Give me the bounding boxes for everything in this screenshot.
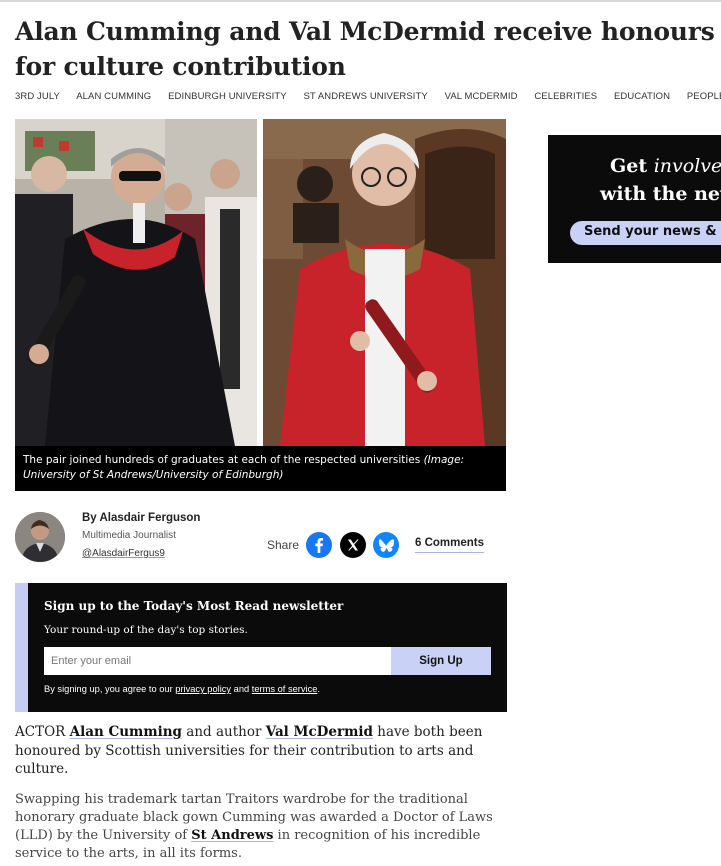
author-name[interactable]: By Alasdair Ferguson (82, 512, 200, 524)
author-twitter-handle[interactable]: @AlasdairFergus9 (82, 548, 165, 559)
newsletter-accent-bar (15, 583, 28, 712)
privacy-policy-link[interactable]: privacy policy (175, 684, 231, 694)
bluesky-icon[interactable] (373, 532, 399, 558)
newsletter-description: Your round-up of the day's top stories. (44, 624, 248, 636)
alan-cumming-link[interactable]: Alan Cumming (70, 724, 182, 740)
tag-val-mcdermid[interactable]: VAL MCDERMID (445, 91, 518, 102)
promo-line-2: with the new (600, 183, 721, 205)
facebook-icon[interactable] (306, 532, 332, 558)
caption-text: The pair joined hundreds of graduates at… (23, 454, 421, 466)
article-paragraph: Swapping his trademark tartan Traitors w… (15, 792, 493, 861)
x-icon[interactable] (340, 532, 366, 558)
st-andrews-link[interactable]: St Andrews (191, 828, 273, 843)
author-avatar[interactable] (15, 512, 65, 562)
promo-banner[interactable]: Get involve with the new Send your news … (548, 135, 721, 263)
image-caption: The pair joined hundreds of graduates at… (15, 446, 506, 491)
newsletter-signup: Sign up to the Today's Most Read newslet… (15, 583, 507, 712)
tag-people[interactable]: PEOPLE (687, 91, 721, 102)
top-divider (0, 0, 721, 2)
comments-link[interactable]: 6 Comments (415, 537, 485, 553)
promo-line-1: Get involve (610, 155, 721, 177)
author-photo (15, 512, 65, 562)
tag-list: 3RD JULY ALAN CUMMING EDINBURGH UNIVERSI… (15, 91, 721, 105)
terms-of-service-link[interactable]: terms of service (252, 684, 318, 694)
newsletter-email-input[interactable] (44, 647, 391, 675)
share-label: Share (267, 538, 300, 552)
article-headline: Alan Cumming and Val McDermid receive ho… (15, 17, 715, 81)
article-lead-paragraph: ACTOR Alan Cumming and author Val McDerm… (15, 724, 483, 777)
val-mcdermid-link[interactable]: Val McDermid (266, 724, 373, 740)
promo-cta-button[interactable]: Send your news & p (570, 221, 721, 245)
hero-photo (15, 119, 506, 446)
author-role: Multimedia Journalist (82, 530, 176, 541)
tag-celebrities[interactable]: CELEBRITIES (534, 91, 597, 102)
hero-image[interactable]: The pair joined hundreds of graduates at… (15, 119, 506, 491)
newsletter-signup-button[interactable]: Sign Up (391, 647, 491, 675)
tag-edinburgh-university[interactable]: EDINBURGH UNIVERSITY (168, 91, 287, 102)
tag-st-andrews-university[interactable]: ST ANDREWS UNIVERSITY (303, 91, 427, 102)
tag-education[interactable]: EDUCATION (614, 91, 670, 102)
newsletter-title: Sign up to the Today's Most Read newslet… (44, 599, 344, 613)
tag-date[interactable]: 3RD JULY (15, 91, 60, 102)
tag-alan-cumming[interactable]: ALAN CUMMING (76, 91, 151, 102)
newsletter-legal-text: By signing up, you agree to our privacy … (44, 684, 320, 694)
